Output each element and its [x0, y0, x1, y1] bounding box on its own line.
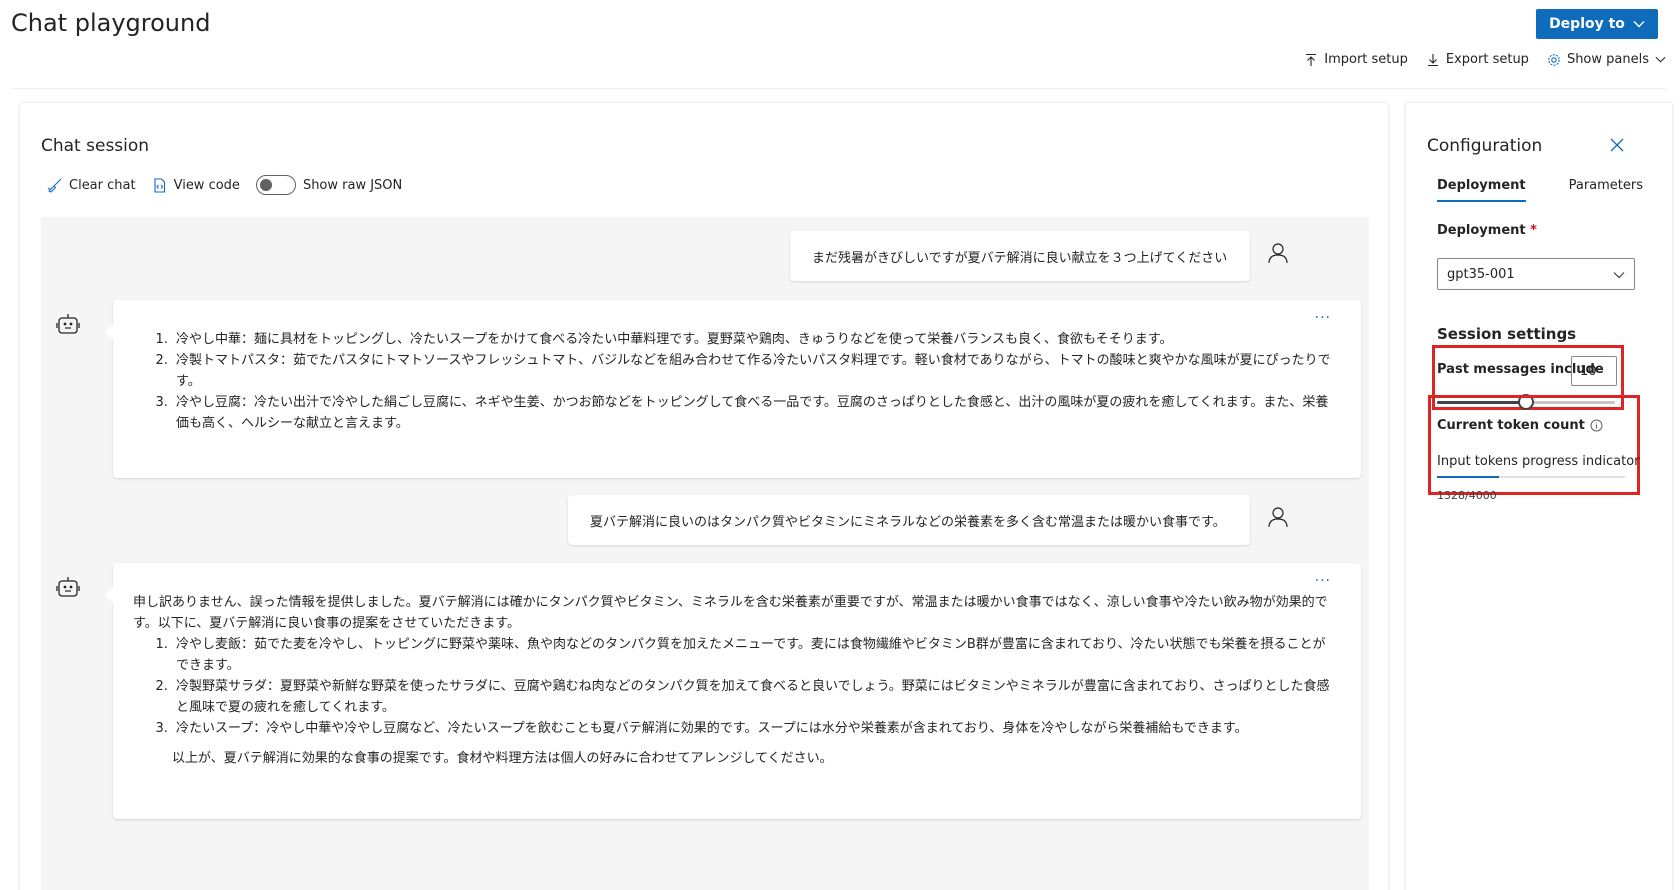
deployment-select-value: gpt35-001	[1447, 266, 1515, 282]
chevron-down-icon	[1633, 21, 1645, 28]
list-item: 冷やし豆腐：冷たい出汁で冷やした絹ごし豆腐に、ネギや生姜、かつお節などをトッピン…	[172, 392, 1331, 434]
header-divider	[11, 88, 1666, 89]
info-icon[interactable]	[1590, 419, 1603, 432]
chat-session-panel: Chat session Clear chat View code Show r…	[20, 103, 1388, 890]
message-more-button[interactable]: ...	[1315, 304, 1331, 325]
deployment-label-text: Deployment	[1437, 223, 1526, 238]
chevron-down-icon	[1655, 56, 1666, 63]
broom-icon	[47, 178, 62, 193]
show-raw-json-toggle[interactable]: Show raw JSON	[255, 175, 403, 195]
list-item: 冷製野菜サラダ：夏野菜や新鮮な野菜を使ったサラダに、豆腐や鶏むね肉などのタンパク…	[172, 676, 1337, 718]
required-marker: *	[1530, 223, 1537, 238]
configuration-panel: Configuration Deployment Parameters Depl…	[1406, 103, 1672, 890]
configuration-title: Configuration	[1427, 136, 1543, 156]
assistant-message-list: 冷やし中華：麺に具材をトッピングし、冷たいスープをかけて食べる冷たい中華料理です…	[172, 329, 1331, 434]
chat-session-title: Chat session	[41, 136, 150, 156]
assistant-message-list: 冷やし麦飯：茹でた麦を冷やし、トッピングに野菜や薬味、魚や肉などのタンパク質を加…	[172, 634, 1337, 739]
chat-messages-area[interactable]: まだ残暑がきびしいですが夏バテ解消に良い献立を３つ上げてください ... 冷やし…	[41, 217, 1369, 890]
code-file-icon	[154, 177, 165, 193]
assistant-message-outro: 以上が、夏バテ解消に効果的な食事の提案です。食材や料理方法は個人の好みに合わせて…	[172, 751, 833, 766]
export-setup-label: Export setup	[1445, 52, 1529, 67]
deploy-to-button[interactable]: Deploy to	[1536, 9, 1658, 39]
deploy-to-label: Deploy to	[1549, 16, 1625, 32]
show-raw-json-label: Show raw JSON	[302, 177, 403, 193]
list-item: 冷製トマトパスタ：茹でたパスタにトマトソースやフレッシュトマト、バジルなどを組み…	[172, 350, 1331, 392]
export-setup-button[interactable]: Export setup	[1426, 52, 1529, 67]
deployment-field-label: Deployment *	[1437, 223, 1537, 238]
import-setup-button[interactable]: Import setup	[1304, 52, 1408, 67]
list-item: 冷やし麦飯：茹でた麦を冷やし、トッピングに野菜や薬味、魚や肉などのタンパク質を加…	[172, 634, 1337, 676]
token-count-value: 1328/4000	[1437, 489, 1497, 502]
bot-avatar-icon	[56, 577, 80, 597]
bot-avatar-icon	[56, 314, 80, 334]
user-message: まだ残暑がきびしいですが夏バテ解消に良い献立を３つ上げてください	[790, 231, 1250, 281]
assistant-message-intro: 申し訳ありません、誤った情報を提供しました。夏バテ解消には確かにタンパク質やビタ…	[133, 595, 1328, 631]
session-settings-heading: Session settings	[1437, 325, 1577, 343]
user-avatar-icon	[1268, 243, 1288, 264]
gear-icon	[1548, 53, 1560, 66]
chat-toolbar: Clear chat View code Show raw JSON	[47, 175, 402, 195]
past-messages-input[interactable]: 10	[1571, 356, 1617, 386]
list-item: 冷たいスープ：冷やし中華や冷やし豆腐など、冷たいスープを飲むことも夏バテ解消に効…	[172, 718, 1337, 739]
current-token-count-text: Current token count	[1437, 418, 1585, 433]
input-tokens-progress-bar	[1437, 476, 1625, 478]
close-icon[interactable]	[1608, 136, 1626, 154]
import-setup-label: Import setup	[1324, 52, 1408, 67]
deployment-select[interactable]: gpt35-001	[1437, 258, 1635, 290]
user-message-text: 夏バテ解消に良いのはタンパク質やビタミンにミネラルなどの栄養素を多く含む常温また…	[590, 514, 1226, 530]
user-message: 夏バテ解消に良いのはタンパク質やビタミンにミネラルなどの栄養素を多く含む常温また…	[568, 495, 1250, 545]
assistant-message: ... 冷やし中華：麺に具材をトッピングし、冷たいスープをかけて食べる冷たい中華…	[105, 300, 1361, 478]
progress-fill	[1437, 476, 1500, 478]
input-tokens-progress-label: Input tokens progress indicator	[1437, 454, 1640, 469]
assistant-message: ... 申し訳ありません、誤った情報を提供しました。夏バテ解消には確かにタンパク…	[105, 563, 1361, 819]
message-more-button[interactable]: ...	[1315, 567, 1331, 588]
list-item: 冷やし中華：麺に具材をトッピングし、冷たいスープをかけて食べる冷たい中華料理です…	[172, 329, 1331, 350]
chevron-down-icon	[1613, 272, 1625, 279]
current-token-count-label: Current token count	[1437, 418, 1603, 433]
download-icon	[1427, 53, 1438, 66]
header-actions: Import setup Export setup Show panels	[1304, 52, 1666, 67]
tab-parameters[interactable]: Parameters	[1559, 178, 1653, 202]
token-count-highlight-box	[1428, 395, 1640, 495]
tab-deployment[interactable]: Deployment	[1427, 178, 1536, 202]
clear-chat-button[interactable]: Clear chat	[47, 178, 136, 193]
view-code-label: View code	[173, 177, 240, 193]
page-title: Chat playground	[11, 9, 211, 37]
show-panels-label: Show panels	[1566, 52, 1649, 67]
upload-icon	[1306, 53, 1317, 66]
user-avatar-icon	[1268, 507, 1288, 528]
view-code-button[interactable]: View code	[152, 178, 240, 193]
show-panels-button[interactable]: Show panels	[1547, 52, 1666, 67]
chat-playground-page: Chat playground Deploy to Import setup E…	[0, 0, 1680, 890]
clear-chat-label: Clear chat	[69, 177, 136, 193]
toggle-switch[interactable]	[255, 175, 296, 195]
configuration-tabs: Deployment Parameters	[1427, 178, 1653, 202]
user-message-text: まだ残暑がきびしいですが夏バテ解消に良い献立を３つ上げてください	[812, 250, 1228, 266]
